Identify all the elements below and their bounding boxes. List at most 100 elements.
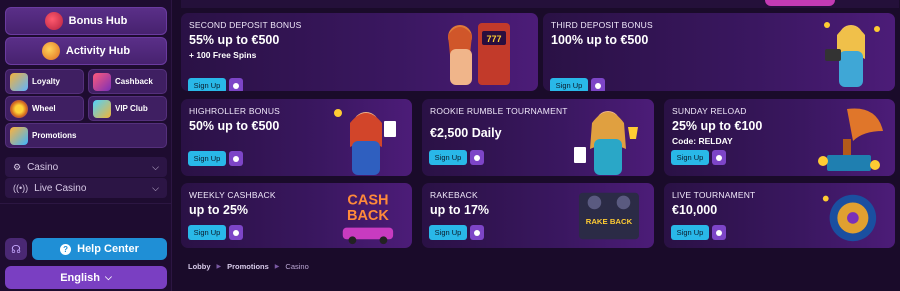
breadcrumb-casino: Casino <box>285 262 309 271</box>
promo-card-rookie-rumble[interactable]: ROOKIE RUMBLE TOURNAMENT €2,500 Daily Si… <box>422 99 654 176</box>
info-button[interactable] <box>712 150 726 165</box>
breadcrumb: Lobby ▶ Promotions ▶ Casino <box>188 262 309 271</box>
bonus-hub-label: Bonus Hub <box>68 15 128 27</box>
cashback-art-line1: CASH <box>347 192 388 208</box>
chevron-down-icon: ⌵ <box>104 272 112 282</box>
sidebar-item-promotions[interactable]: Promotions <box>5 123 167 148</box>
sidebar-item-loyalty[interactable]: Loyalty <box>5 69 84 94</box>
signup-button[interactable]: Sign Up <box>188 151 226 166</box>
cashback-icon <box>93 72 111 91</box>
info-icon <box>716 229 722 236</box>
info-button[interactable] <box>712 225 726 240</box>
card-amount: 100% up to €500 <box>551 33 649 47</box>
info-icon <box>595 82 601 89</box>
language-selector[interactable]: English ⌵ <box>5 266 167 289</box>
info-button[interactable] <box>591 78 605 91</box>
card-title: LIVE TOURNAMENT <box>672 190 756 200</box>
card-title: RAKEBACK <box>430 190 478 200</box>
promo-card-rakeback[interactable]: RAKEBACK up to 17% Sign Up RAKE BACK <box>422 183 654 248</box>
sidebar-item-vip-club[interactable]: VIP Club <box>88 96 167 121</box>
card-subtitle: + 100 Free Spins <box>189 50 257 60</box>
card-amount: up to 17% <box>430 203 490 217</box>
breadcrumb-promotions[interactable]: Promotions <box>227 262 269 271</box>
card-title: SECOND DEPOSIT BONUS <box>189 20 302 30</box>
info-icon <box>716 154 722 161</box>
card-amount: 25% up to €100 <box>672 119 763 133</box>
chevron-right-icon: ▶ <box>274 264 280 270</box>
sidebar-item-label: Loyalty <box>32 77 61 86</box>
highroller-woman-illustration <box>334 109 396 175</box>
info-icon <box>233 82 239 89</box>
info-button[interactable] <box>229 225 243 240</box>
gramophone-illustration <box>818 108 883 171</box>
live-casino-dropdown-label: Live Casino <box>34 182 87 194</box>
card-title: ROOKIE RUMBLE TOURNAMENT <box>430 106 568 116</box>
promo-card-second-deposit[interactable]: SECOND DEPOSIT BONUS 55% up to €500 + 10… <box>181 13 538 91</box>
card-title: HIGHROLLER BONUS <box>189 106 281 116</box>
promo-card-third-deposit[interactable]: THIRD DEPOSIT BONUS 100% up to €500 Sign… <box>543 13 895 91</box>
signup-button[interactable]: Sign Up <box>429 225 467 240</box>
chevron-down-icon: ⌵ <box>152 161 159 172</box>
cashback-art-line2: BACK <box>347 208 389 224</box>
question-icon: ? <box>60 243 72 255</box>
sidebar-item-label: Cashback <box>115 77 153 86</box>
signup-button[interactable]: Sign Up <box>188 225 226 240</box>
cashback-car-illustration: CASH BACK <box>342 192 394 245</box>
headset-icon: ☊ <box>11 243 21 256</box>
sidebar-item-cashback[interactable]: Cashback <box>88 69 167 94</box>
breadcrumb-lobby[interactable]: Lobby <box>188 262 211 271</box>
casino-dropdown[interactable]: ⚙ Casino ⌵ <box>5 157 167 177</box>
sidebar-item-wheel[interactable]: Wheel <box>5 96 84 121</box>
tournament-woman-illustration <box>574 111 638 175</box>
help-center-label: Help Center <box>77 243 139 255</box>
sidebar-item-label: VIP Club <box>115 104 148 113</box>
woman-with-camera-illustration <box>824 22 880 87</box>
chevron-down-icon: ⌵ <box>152 182 159 193</box>
info-button[interactable] <box>470 225 484 240</box>
controller-icon <box>41 42 60 60</box>
live-casino-dropdown[interactable]: ((•)) Live Casino ⌵ <box>5 178 167 198</box>
info-icon <box>233 229 239 236</box>
help-center-button[interactable]: ? Help Center <box>32 238 167 260</box>
promotions-icon <box>10 126 28 145</box>
loyalty-icon <box>10 72 28 91</box>
vip-icon <box>93 99 111 118</box>
card-title: WEEKLY CASHBACK <box>189 190 276 200</box>
casino-dropdown-label: Casino <box>27 161 59 173</box>
support-button[interactable]: ☊ <box>5 238 27 260</box>
slot-machine-illustration: 777 <box>448 23 510 85</box>
info-button[interactable] <box>229 78 243 91</box>
info-button[interactable] <box>470 150 484 165</box>
bonus-hub-button[interactable]: Bonus Hub <box>5 7 167 35</box>
card-title: SUNDAY RELOAD <box>672 106 747 116</box>
card-amount: 55% up to €500 <box>189 33 280 47</box>
slot-reels: 777 <box>486 34 501 44</box>
signup-button[interactable]: Sign Up <box>429 150 467 165</box>
activity-hub-label: Activity Hub <box>65 45 131 57</box>
roulette-wheel-illustration <box>822 194 877 242</box>
info-icon <box>474 154 480 161</box>
signup-button[interactable]: Sign Up <box>671 225 709 240</box>
signup-button[interactable]: Sign Up <box>188 78 226 91</box>
clipped-banner-art <box>765 0 835 6</box>
sidebar-divider <box>0 203 172 204</box>
promo-card-live-tournament[interactable]: LIVE TOURNAMENT €10,000 Sign Up <box>664 183 895 248</box>
card-amount: up to 25% <box>189 203 249 217</box>
signup-button[interactable]: Sign Up <box>671 150 709 165</box>
info-button[interactable] <box>229 151 243 166</box>
promo-card-highroller[interactable]: HIGHROLLER BONUS 50% up to €500 Sign Up <box>181 99 412 176</box>
activity-hub-button[interactable]: Activity Hub <box>5 37 167 65</box>
promo-card-sunday-reload[interactable]: SUNDAY RELOAD 25% up to €100 Code: RELDA… <box>664 99 895 176</box>
sidebar-item-label: Promotions <box>32 131 77 140</box>
info-icon <box>474 229 480 236</box>
wheel-icon <box>10 99 28 118</box>
card-subtitle: Code: RELDAY <box>672 136 733 146</box>
card-amount: 50% up to €500 <box>189 119 280 133</box>
language-label: English <box>60 271 100 284</box>
card-amount: €2,500 Daily <box>430 126 502 140</box>
promo-card-weekly-cashback[interactable]: WEEKLY CASHBACK up to 25% Sign Up CASH B… <box>181 183 412 248</box>
signup-button[interactable]: Sign Up <box>550 78 588 91</box>
card-amount: €10,000 <box>672 203 718 217</box>
gift-icon <box>44 12 63 30</box>
chevron-right-icon: ▶ <box>216 264 222 270</box>
